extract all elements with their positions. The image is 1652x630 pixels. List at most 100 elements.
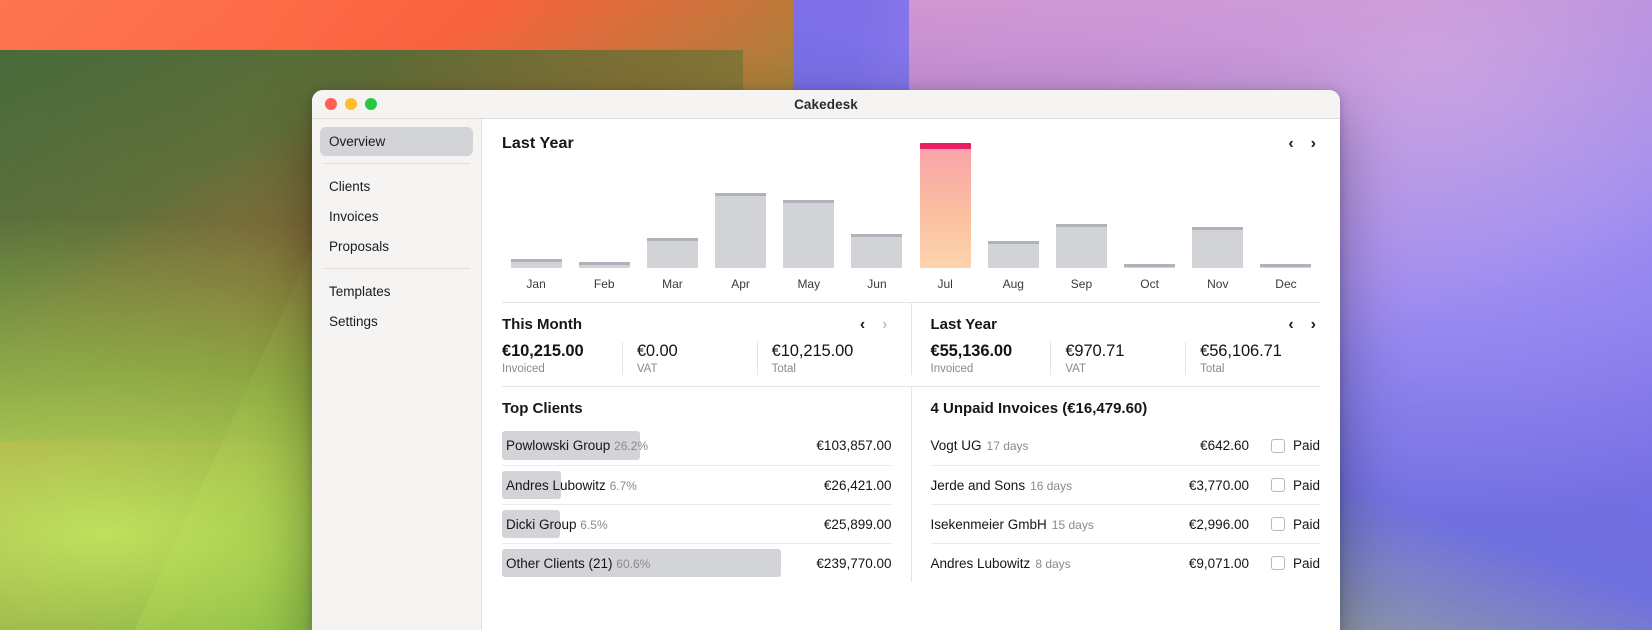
client-row[interactable]: Andres Lubowitz 6.7% €26,421.00	[502, 465, 892, 504]
invoice-row[interactable]: Isekenmeier GmbH 15 days €2,996.00 Paid	[930, 504, 1320, 543]
invoice-paid-checkbox[interactable]	[1270, 478, 1285, 492]
stat-value: €970.71	[1065, 342, 1125, 360]
last-year-panel: Last Year ‹ › €55,136.00 Invoiced €970.7…	[912, 303, 1321, 375]
chart-bar[interactable]	[715, 193, 767, 268]
invoice-row[interactable]: Vogt UG 17 days €642.60 Paid	[931, 426, 1321, 465]
top-clients-title: Top Clients	[502, 400, 583, 417]
chart-bar[interactable]	[578, 262, 630, 268]
chart-bar-wrap	[775, 138, 843, 268]
invoice-amount: €642.60	[1200, 438, 1249, 453]
invoice-row[interactable]: Andres Lubowitz 8 days €9,071.00 Paid	[930, 543, 1320, 582]
stat-value: €55,136.00	[930, 342, 1013, 360]
client-amount: €103,857.00	[816, 438, 892, 453]
unpaid-invoices-title: 4 Unpaid Invoices (€16,479.60)	[930, 400, 1148, 417]
chart-x-tick-label: Jun	[867, 277, 887, 291]
chart-column-aug[interactable]: Aug	[979, 138, 1047, 291]
chart-column-jan[interactable]: Jan	[502, 138, 570, 291]
chart-bar[interactable]	[1055, 224, 1107, 268]
chart-bar[interactable]	[1124, 264, 1176, 268]
last-year-next-button[interactable]: ›	[1311, 316, 1316, 333]
client-row[interactable]: Powlowski Group 26.2% €103,857.00	[502, 426, 892, 465]
chart-bar-wrap	[1184, 138, 1252, 268]
invoice-paid-checkbox[interactable]	[1270, 556, 1285, 570]
client-name: Powlowski Group 26.2%	[506, 438, 649, 453]
chart-bar[interactable]	[783, 200, 835, 268]
stat-value: €10,215.00	[771, 342, 854, 360]
sidebar-item-clients[interactable]: Clients	[320, 172, 473, 201]
sidebar-item-proposals[interactable]: Proposals	[320, 232, 473, 261]
chart-bar-wrap	[502, 138, 570, 268]
chart-bar[interactable]	[851, 234, 903, 268]
stat-label: Total	[771, 363, 796, 375]
stat-value: €0.00	[636, 342, 678, 360]
invoice-client-name: Andres Lubowitz 8 days	[930, 555, 1071, 571]
chart-bar-wrap	[1047, 138, 1115, 268]
stats-row: This Month ‹ › €10,215.00 Invoiced €0.00	[482, 303, 1340, 375]
top-clients-header: Top Clients	[502, 400, 892, 417]
chart-bar[interactable]	[646, 238, 698, 268]
invoice-row[interactable]: Jerde and Sons 16 days €3,770.00 Paid	[930, 465, 1320, 504]
client-row[interactable]: Other Clients (21) 60.6% €239,770.00	[502, 543, 892, 582]
sidebar-item-invoices[interactable]: Invoices	[320, 202, 473, 231]
chart-bar[interactable]	[510, 259, 562, 268]
chart-x-tick-label: Dec	[1275, 277, 1297, 291]
chart-column-jun[interactable]: Jun	[843, 138, 911, 291]
last-year-prev-button[interactable]: ‹	[1288, 316, 1293, 333]
stat-invoiced: €55,136.00 Invoiced	[931, 342, 1051, 375]
chart-column-mar[interactable]: Mar	[638, 138, 706, 291]
invoice-paid-label: Paid	[1292, 438, 1320, 453]
client-percent: 60.6%	[616, 556, 651, 571]
chart-column-oct[interactable]: Oct	[1116, 138, 1184, 291]
chart-bar-wrap	[638, 138, 706, 268]
chart-column-may[interactable]: May	[775, 138, 843, 291]
this-month-nav: ‹ ›	[860, 316, 892, 333]
stat-label: Invoiced	[502, 363, 545, 375]
sidebar-item-templates[interactable]: Templates	[320, 277, 473, 306]
chart-x-tick-label: Oct	[1140, 277, 1159, 291]
invoice-paid-checkbox[interactable]	[1270, 438, 1285, 453]
chart-column-jul[interactable]: Jul	[911, 138, 979, 291]
sidebar-divider-1	[323, 163, 470, 164]
stat-label: Total	[1200, 363, 1225, 375]
window-title: Cakedesk	[794, 96, 858, 112]
client-amount: €25,899.00	[823, 516, 892, 532]
chart-column-apr[interactable]: Apr	[707, 138, 775, 291]
chart-column-feb[interactable]: Feb	[570, 138, 638, 291]
chart-x-tick-label: Jan	[526, 277, 546, 291]
chart-bar[interactable]	[1192, 227, 1244, 268]
last-year-stats: €55,136.00 Invoiced €970.71 VAT €56,106.…	[931, 342, 1321, 375]
this-month-next-button[interactable]: ›	[882, 316, 887, 333]
invoice-amount: €2,996.00	[1188, 516, 1249, 532]
chart-x-tick-label: Aug	[1002, 277, 1024, 291]
chart-column-dec[interactable]: Dec	[1252, 138, 1320, 291]
sidebar-item-label: Settings	[329, 314, 378, 329]
sidebar: Overview Clients Invoices Proposals Temp…	[312, 119, 482, 630]
yearly-bar-chart: Jan Feb Mar Apr May Jun Jul Aug Sep Oct Nov Dec	[502, 143, 1320, 291]
client-name: Andres Lubowitz 6.7%	[506, 477, 637, 493]
sidebar-item-label: Templates	[329, 284, 391, 299]
chart-bar[interactable]	[1260, 264, 1312, 268]
chart-column-nov[interactable]: Nov	[1184, 138, 1252, 291]
stat-label: Invoiced	[930, 363, 974, 375]
sidebar-item-settings[interactable]: Settings	[320, 307, 473, 336]
stat-value: €56,106.71	[1200, 342, 1282, 360]
this-month-prev-button[interactable]: ‹	[860, 316, 865, 333]
invoice-age: 8 days	[1035, 556, 1071, 571]
invoice-age: 16 days	[1030, 478, 1073, 493]
invoice-paid-label: Paid	[1292, 555, 1320, 571]
stat-label: VAT	[1065, 363, 1086, 375]
this-month-panel: This Month ‹ › €10,215.00 Invoiced €0.00	[502, 303, 912, 375]
chart-bar-wrap	[1116, 138, 1184, 268]
chart-bar-wrap	[911, 138, 979, 268]
stat-label: VAT	[636, 363, 658, 375]
chart-bar[interactable]	[987, 241, 1039, 268]
client-amount: €239,770.00	[816, 555, 892, 571]
sidebar-item-overview[interactable]: Overview	[320, 127, 473, 156]
client-row[interactable]: Dicki Group 6.5% €25,899.00	[502, 504, 892, 543]
client-amount: €26,421.00	[823, 477, 892, 493]
chart-bar[interactable]	[919, 143, 971, 268]
client-percent: 26.2%	[614, 439, 649, 453]
stat-total: €56,106.71 Total	[1185, 342, 1320, 375]
chart-column-sep[interactable]: Sep	[1047, 138, 1115, 291]
invoice-paid-checkbox[interactable]	[1270, 517, 1285, 531]
